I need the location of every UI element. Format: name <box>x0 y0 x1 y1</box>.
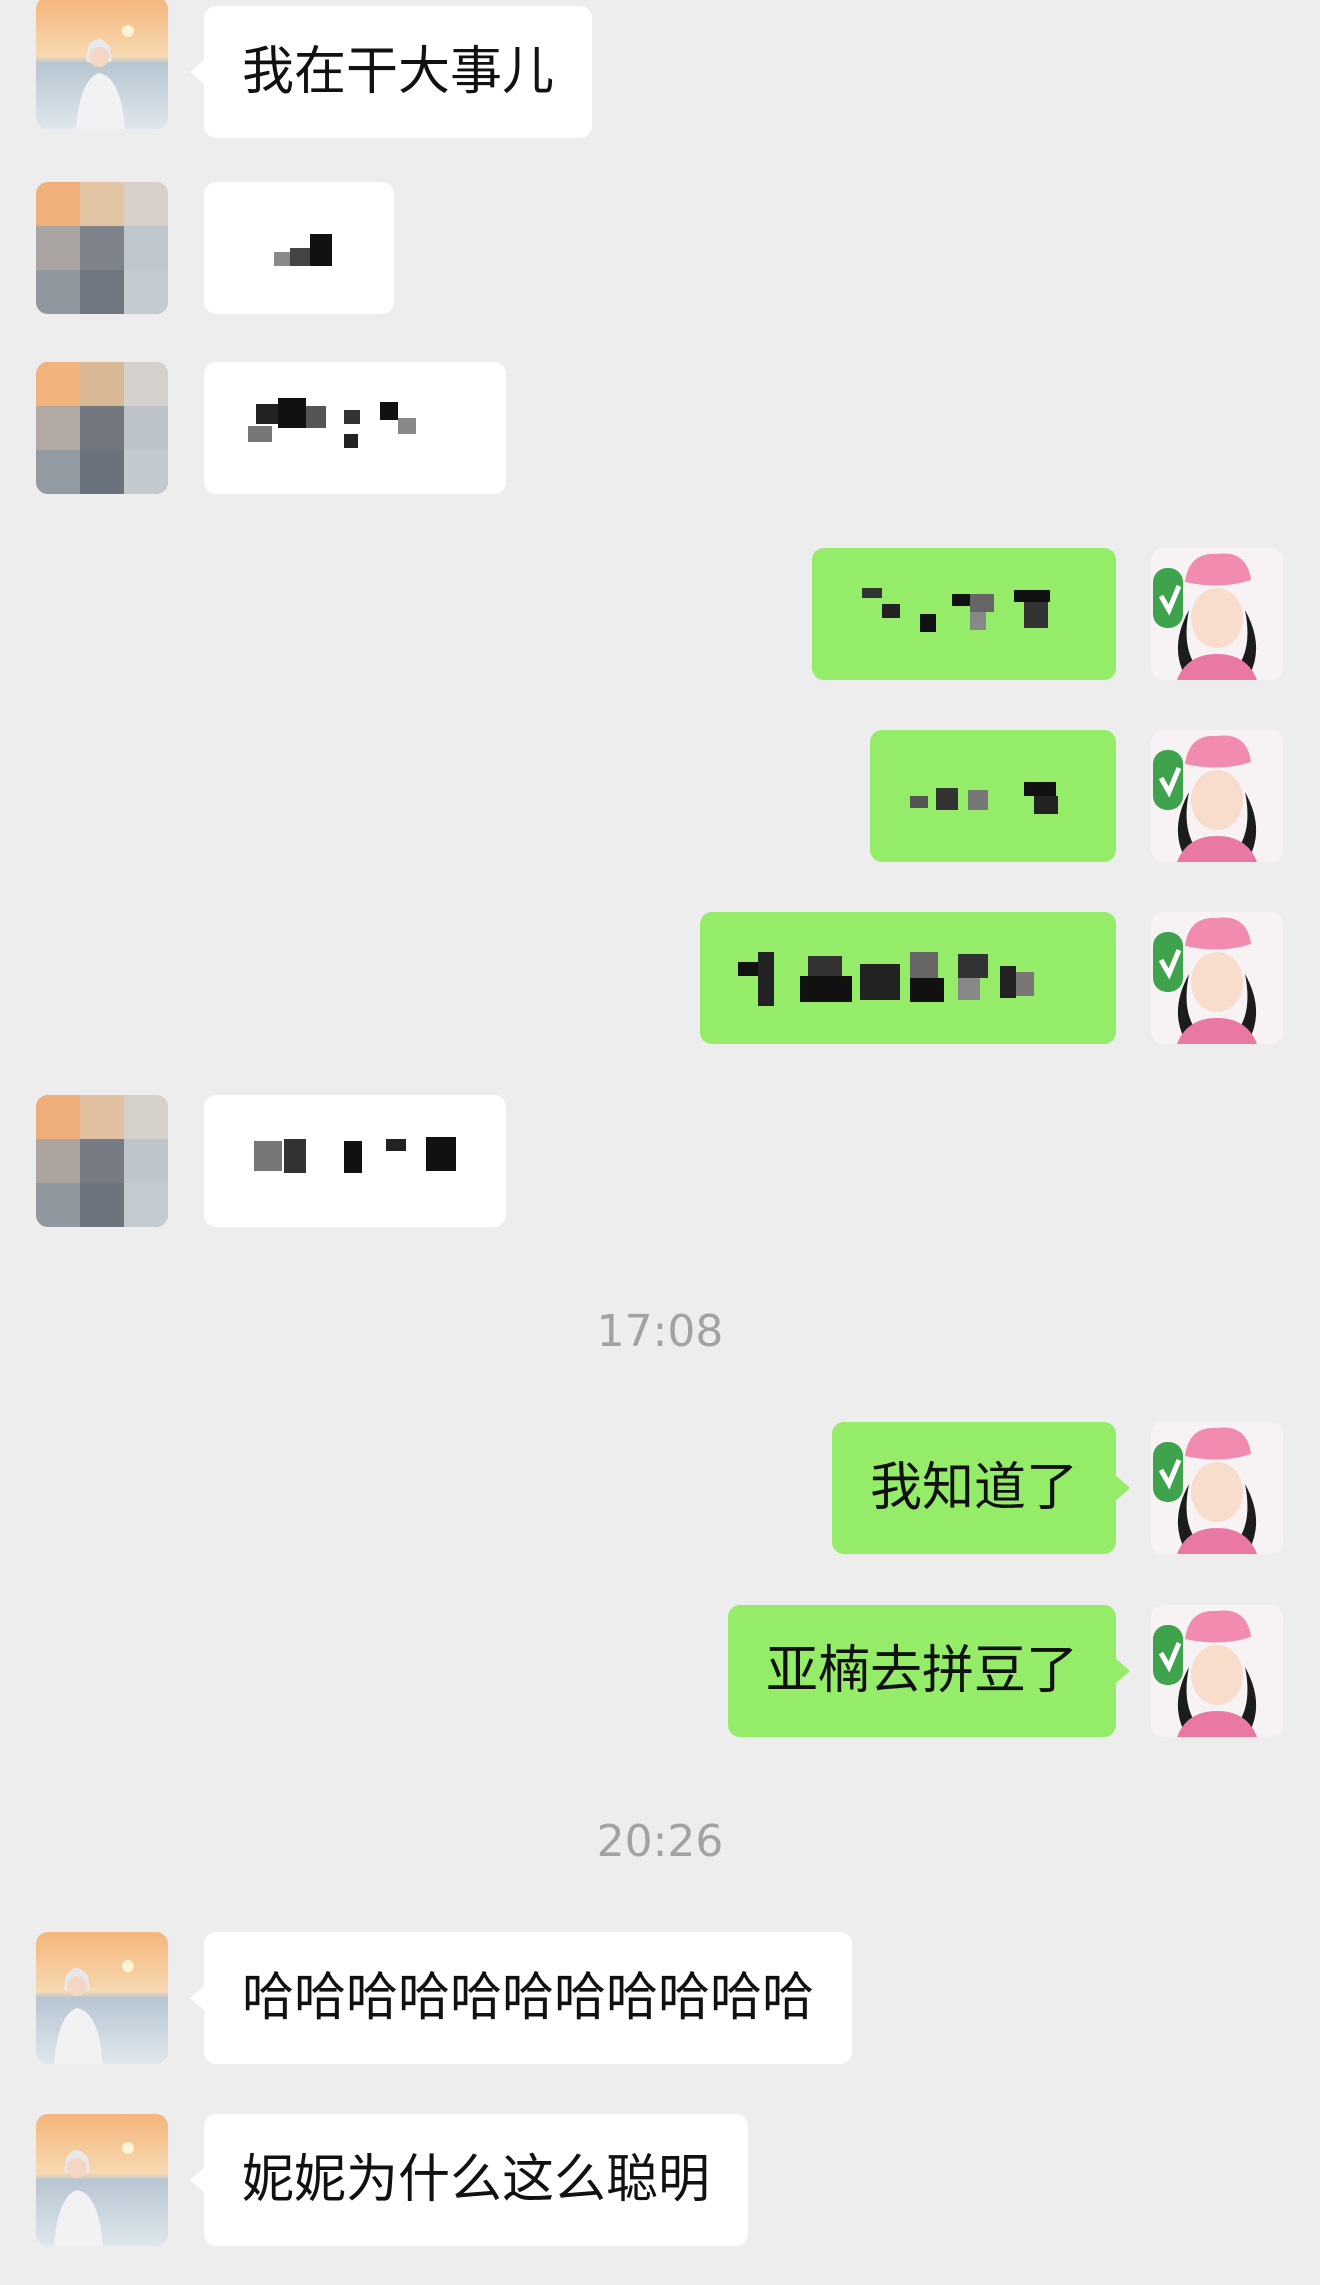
message-row <box>0 182 1320 314</box>
message-bubble-incoming[interactable]: 我在干大事儿 <box>189 6 593 138</box>
message-bubble-outgoing-redacted[interactable] <box>870 730 1116 862</box>
message-bubble-outgoing-redacted[interactable] <box>812 548 1116 680</box>
message-row: 哈哈哈哈哈哈哈哈哈哈哈 <box>0 1932 1320 2064</box>
message-row: 我知道了 <box>0 1422 1320 1554</box>
timestamp: 17:08 <box>596 1306 724 1357</box>
self-avatar[interactable] <box>1151 548 1283 680</box>
contact-avatar-pixelated[interactable] <box>36 362 168 494</box>
message-row <box>0 912 1320 1044</box>
self-avatar[interactable] <box>1151 730 1283 862</box>
message-bubble-incoming-redacted[interactable] <box>204 362 506 494</box>
self-avatar[interactable] <box>1151 1422 1283 1554</box>
message-row: 妮妮为什么这么聪明 <box>0 2114 1320 2246</box>
message-bubble-incoming-redacted[interactable] <box>204 1095 506 1227</box>
self-avatar[interactable] <box>1151 1605 1283 1737</box>
message-row <box>0 730 1320 862</box>
contact-avatar[interactable] <box>36 0 168 129</box>
contact-avatar-pixelated[interactable] <box>36 182 168 314</box>
contact-avatar[interactable] <box>36 1932 168 2064</box>
message-bubble-incoming[interactable]: 哈哈哈哈哈哈哈哈哈哈哈 <box>189 1932 853 2064</box>
message-bubble-incoming-redacted[interactable] <box>204 182 394 314</box>
contact-avatar[interactable] <box>36 2114 168 2246</box>
message-row <box>0 548 1320 680</box>
message-bubble-outgoing-redacted[interactable] <box>700 912 1116 1044</box>
message-row <box>0 362 1320 494</box>
message-row <box>0 1095 1320 1227</box>
timestamp: 20:26 <box>596 1816 724 1867</box>
message-row: 我在干大事儿 <box>0 0 1320 138</box>
chat-window: 我在干大事儿 17:08 我知道了 亚楠去拼豆了 20:26 哈哈哈哈哈哈哈哈哈… <box>0 0 1320 2285</box>
message-bubble-outgoing[interactable]: 亚楠去拼豆了 <box>727 1605 1131 1737</box>
message-bubble-outgoing[interactable]: 我知道了 <box>831 1422 1131 1554</box>
message-row: 亚楠去拼豆了 <box>0 1605 1320 1737</box>
contact-avatar-pixelated[interactable] <box>36 1095 168 1227</box>
message-bubble-incoming[interactable]: 妮妮为什么这么聪明 <box>189 2114 749 2246</box>
self-avatar[interactable] <box>1151 912 1283 1044</box>
